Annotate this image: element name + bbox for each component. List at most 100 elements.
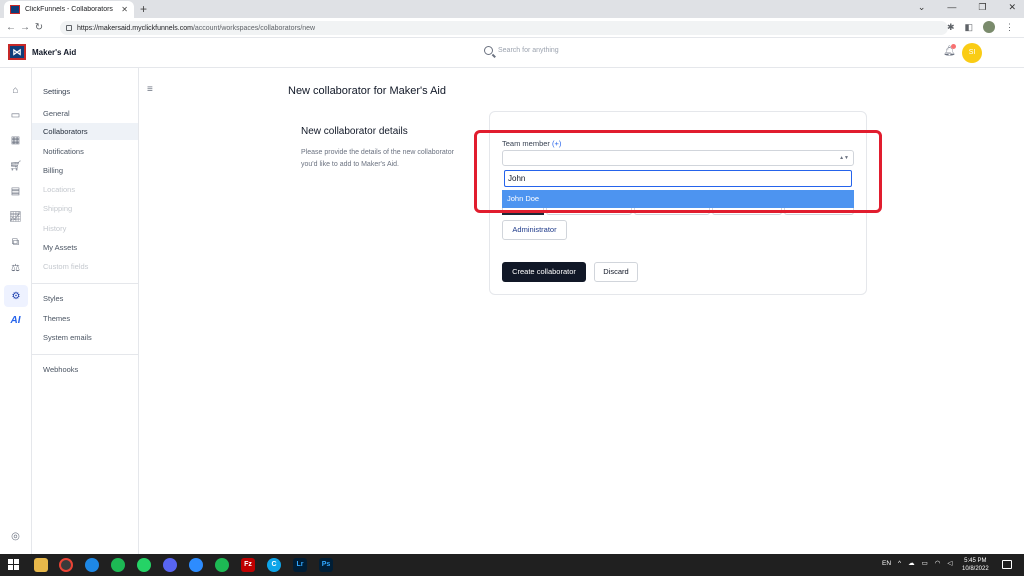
inbox-icon[interactable]: ▭: [9, 109, 22, 122]
profile-avatar[interactable]: [983, 21, 995, 33]
app-header: ⋈ Maker's Aid Search for anything 🔔︎ SI: [0, 38, 1024, 68]
discord-icon[interactable]: [163, 558, 177, 572]
calendar-icon[interactable]: ▦: [9, 134, 22, 147]
main-content: ≡ New collaborator for Maker's Aid New c…: [139, 68, 1019, 554]
tray-chevron-icon[interactable]: ^: [898, 560, 901, 567]
create-collaborator-button[interactable]: Create collaborator: [502, 262, 586, 282]
clickfunnels-favicon-icon: [10, 5, 20, 14]
tab-title: ClickFunnels - Collaborators: [25, 6, 113, 13]
filezilla-icon[interactable]: Fz: [241, 558, 255, 572]
global-search[interactable]: Search for anything: [484, 46, 559, 55]
dropdown-search-input[interactable]: John: [504, 170, 852, 187]
sidebar-item-system-emails[interactable]: System emails: [32, 329, 138, 346]
more-menu-icon[interactable]: ⋮: [1005, 22, 1014, 33]
close-tab-icon[interactable]: ✕: [121, 5, 128, 14]
minimize-icon[interactable]: —: [947, 2, 956, 13]
photoshop-icon[interactable]: Ps: [319, 558, 333, 572]
forward-icon[interactable]: →: [18, 22, 32, 33]
address-bar[interactable]: https://makersaid.myclickfunnels.com/acc…: [60, 21, 948, 35]
dropdown-option-john-doe[interactable]: John Doe: [502, 190, 854, 208]
administrator-role-button[interactable]: Administrator: [502, 220, 567, 240]
discard-button[interactable]: Discard: [594, 262, 638, 282]
chrome-icon[interactable]: [59, 558, 73, 572]
spotify-alt-icon[interactable]: [215, 558, 229, 572]
sidebar-item-styles[interactable]: Styles: [32, 290, 138, 307]
clock-date: 10/8/2022: [962, 566, 989, 572]
workspace-name[interactable]: Maker's Aid: [32, 48, 76, 57]
chevron-down-icon[interactable]: ⌄: [918, 2, 926, 13]
page-title: New collaborator for Maker's Aid: [288, 85, 446, 97]
cloud-icon[interactable]: ☁: [908, 559, 915, 567]
role-button[interactable]: [712, 207, 782, 215]
lock-icon: [66, 25, 72, 31]
sidebar-item-my-assets[interactable]: My Assets: [32, 239, 138, 256]
sidebar-heading-settings: Settings: [43, 87, 71, 96]
sales-icon[interactable]: ⚖: [9, 262, 22, 275]
sidebar-item-webhooks[interactable]: Webhooks: [32, 361, 138, 378]
details-description: Please provide the details of the new co…: [301, 149, 454, 168]
lightroom-icon[interactable]: Lr: [293, 558, 307, 572]
sidebar-divider: [32, 283, 138, 284]
icon-rail: ⌂ ▭ ▦ 🛒︎ ▤ 📈︎ ⧉ ⚖ ⚙ AI ◎: [0, 68, 32, 554]
system-tray: EN ^ ☁ ▭ ◠ ◁: [882, 559, 952, 568]
reload-icon[interactable]: ↻: [32, 22, 46, 33]
hamburger-menu-icon[interactable]: ≡: [147, 84, 153, 95]
sidebar-item-billing[interactable]: Billing: [32, 162, 138, 179]
windows-start-icon[interactable]: [8, 559, 19, 570]
browser-tab[interactable]: ClickFunnels - Collaborators ✕: [4, 1, 134, 18]
sidebar-item-custom-fields: Custom fields: [43, 262, 89, 271]
team-member-select[interactable]: ▲▼: [502, 150, 854, 166]
team-member-label: Team member (+): [502, 139, 562, 148]
sidebar-divider: [32, 354, 138, 355]
volume-icon[interactable]: ◁: [947, 559, 952, 567]
add-team-member-link[interactable]: (+): [552, 139, 561, 148]
url-text: https://makersaid.myclickfunnels.com/acc…: [77, 24, 316, 32]
browser-actions: ✱ ◧ ⋮: [947, 21, 1014, 33]
language-indicator[interactable]: EN: [882, 560, 891, 567]
sidebar-item-history: History: [43, 224, 67, 233]
close-window-icon[interactable]: ✕: [1008, 2, 1016, 13]
contacts-icon[interactable]: ▤: [9, 185, 22, 198]
back-icon[interactable]: ←: [4, 22, 18, 33]
system-clock[interactable]: 5:45 PM 10/8/2022: [962, 557, 989, 573]
user-avatar[interactable]: SI: [962, 43, 982, 63]
sidebar-item-general[interactable]: General: [32, 105, 138, 122]
dropdown-arrow-icon: ▲▼: [839, 155, 849, 161]
details-title: New collaborator details: [301, 126, 408, 137]
sidebar-item-collaborators[interactable]: Collaborators: [32, 123, 138, 140]
whatsapp-icon[interactable]: [137, 558, 151, 572]
notification-dot: [951, 44, 956, 49]
side-panel-icon[interactable]: ◧: [964, 22, 973, 33]
browser-toolbar: ← → ↻ https://makersaid.myclickfunnels.c…: [0, 18, 1024, 38]
role-button[interactable]: [784, 207, 854, 215]
battery-icon[interactable]: ▭: [922, 559, 928, 567]
role-selected-indicator: [502, 213, 544, 215]
spotify-icon[interactable]: [111, 558, 125, 572]
role-button[interactable]: [634, 207, 710, 215]
sidebar-item-locations: Locations: [43, 185, 76, 194]
payments-icon[interactable]: ⧉: [9, 236, 22, 249]
window-controls: ⌄ — ❐ ✕: [918, 2, 1016, 13]
c-app-icon[interactable]: C: [267, 558, 281, 572]
sidebar-item-notifications[interactable]: Notifications: [32, 143, 138, 160]
analytics-icon[interactable]: 📈︎: [9, 211, 22, 224]
edge-icon[interactable]: [85, 558, 99, 572]
windows-taskbar: Fz C Lr Ps EN ^ ☁ ▭ ◠ ◁ 5:45 PM 10/8/202…: [0, 554, 1024, 576]
new-tab-icon[interactable]: +: [140, 2, 147, 16]
cart-icon[interactable]: 🛒︎: [9, 160, 22, 173]
notification-center-icon[interactable]: [1002, 560, 1012, 569]
extensions-icon[interactable]: ✱: [947, 22, 955, 33]
zoom-icon[interactable]: [189, 558, 203, 572]
file-explorer-icon[interactable]: [34, 558, 48, 572]
wifi-icon[interactable]: ◠: [935, 559, 941, 567]
restore-icon[interactable]: ❐: [978, 2, 986, 13]
settings-icon[interactable]: ⚙: [4, 285, 28, 307]
role-button[interactable]: [546, 207, 632, 215]
search-placeholder: Search for anything: [498, 47, 559, 54]
clickfunnels-logo-icon[interactable]: ⋈: [8, 44, 26, 60]
ai-icon[interactable]: AI: [9, 314, 22, 327]
home-icon[interactable]: ⌂: [9, 84, 22, 97]
sidebar-item-themes[interactable]: Themes: [32, 310, 138, 327]
collaborator-form-card: Team member (+) ▲▼ John John Doe Adminis…: [489, 111, 867, 295]
help-icon[interactable]: ◎: [9, 530, 22, 543]
